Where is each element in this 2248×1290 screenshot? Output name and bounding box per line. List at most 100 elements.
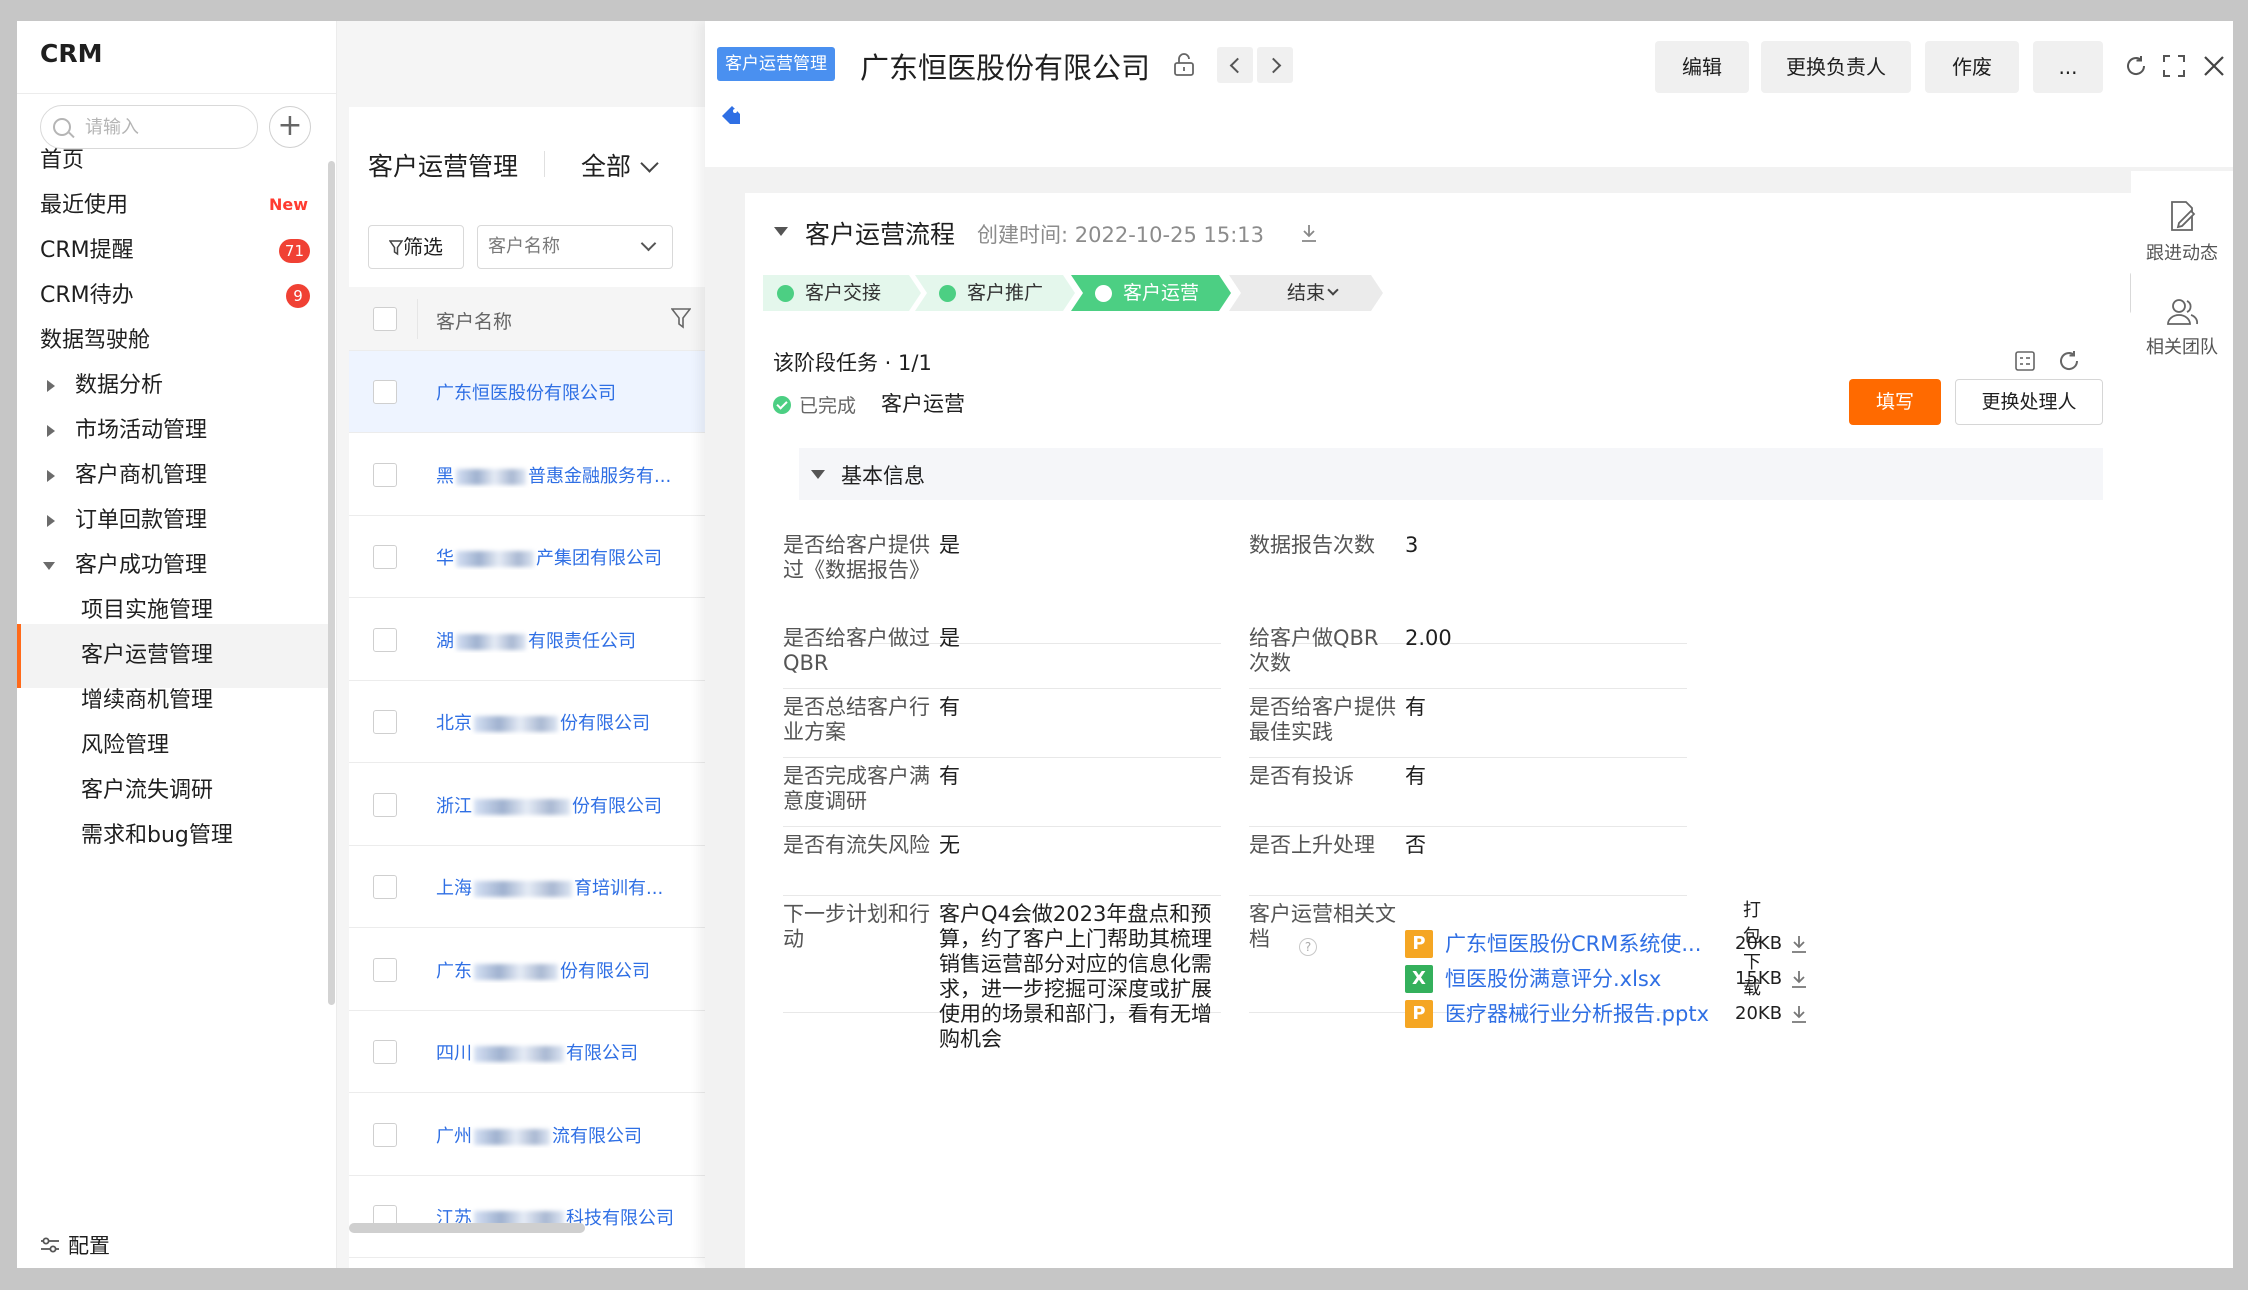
created-time-value: 2022-10-25 15:13 [1074, 223, 1265, 247]
column-filter-icon[interactable] [671, 307, 691, 329]
list-panel: 客户运营管理 全部 筛选 客户名称 客户名称 广东恒医股份有限公司黑 普惠金融服务… [349, 107, 705, 1268]
row-checkbox[interactable] [373, 627, 397, 652]
table-row[interactable]: 广东 份有限公司 [349, 929, 705, 1011]
document-name-link[interactable]: 恒医股份满意评分.xlsx [1445, 963, 1729, 995]
table-row[interactable]: 湖 有限责任公司 [349, 599, 705, 681]
row-checkbox[interactable] [373, 957, 397, 982]
change-handler-button[interactable]: 更换处理人 [1955, 379, 2103, 425]
right-sidebar: 跟进动态 相关团队 [2131, 171, 2233, 1268]
table-row[interactable]: 江苏 科技有限公司 [349, 1176, 705, 1258]
customer-name-suffix: 普惠金融服务有... [528, 465, 672, 487]
document-item[interactable]: P 医疗器械行业分析报告.pptx 20KB [1405, 998, 1825, 1030]
related-team-label: 相关团队 [2146, 337, 2218, 358]
fill-in-button[interactable]: 填写 [1849, 379, 1941, 425]
module-tag: 客户运营管理 [717, 47, 835, 81]
change-owner-button[interactable]: 更换负责人 [1761, 41, 1911, 93]
customer-name-link[interactable]: 广州 流有限公司 [436, 1122, 696, 1148]
document-item[interactable]: P 广东恒医股份CRM系统使... 20KB [1405, 928, 1825, 960]
row-checkbox[interactable] [373, 875, 397, 899]
stage-step[interactable]: 客户交接 [763, 275, 921, 311]
table-row[interactable]: 广州 流有限公司 [349, 1094, 705, 1176]
reload-icon[interactable] [2057, 349, 2081, 373]
next-record-button[interactable] [1257, 47, 1293, 83]
field-value: 否 [1405, 833, 1426, 857]
customer-name-suffix: 产集团有限公司 [536, 548, 662, 569]
unlock-icon[interactable] [1173, 53, 1195, 77]
customer-name-link[interactable]: 广东恒医股份有限公司 [436, 379, 696, 405]
menu-item-bugs[interactable]: 需求和bug管理 [17, 804, 328, 868]
ppt-file-icon: P [1405, 930, 1433, 958]
document-item[interactable]: X 恒医股份满意评分.xlsx 15KB [1405, 963, 1825, 995]
close-icon[interactable] [2201, 53, 2227, 79]
table-row[interactable]: 广东恒医股份有限公司 [349, 351, 705, 433]
customer-name-select[interactable]: 客户名称 [477, 225, 673, 269]
field-label: 给客户做QBR次数 [1249, 626, 1379, 675]
table-row[interactable]: 浙江 份有限公司 [349, 764, 705, 846]
download-icon[interactable] [1789, 969, 1809, 989]
fullscreen-icon[interactable] [2161, 53, 2187, 79]
void-button[interactable]: 作废 [1925, 41, 2019, 93]
table-row[interactable]: 华 产集团有限公司 [349, 516, 705, 598]
completed-check-icon [773, 396, 791, 414]
redacted-text [474, 963, 558, 980]
table-row[interactable]: 上海 育培训有... [349, 846, 705, 928]
row-checkbox[interactable] [373, 1122, 397, 1147]
field-value: 客户Q4会做2023年盘点和预算，约了客户上门帮助其梳理销售运营部分对应的信息化… [939, 902, 1212, 1051]
menu-item-label: 最近使用 [40, 193, 129, 218]
row-checkbox[interactable] [373, 545, 397, 569]
scope-dropdown[interactable]: 全部 [581, 147, 659, 183]
table-row[interactable]: 北京 份有限公司 [349, 681, 705, 763]
nav-scrollbar[interactable] [328, 161, 335, 1005]
row-checkbox[interactable] [373, 710, 397, 734]
more-button[interactable]: ... [2033, 41, 2103, 93]
stage-label: 客户运营 [1123, 282, 1200, 304]
customer-name-link[interactable]: 浙江 份有限公司 [436, 792, 696, 818]
refresh-icon[interactable] [2123, 53, 2149, 79]
row-checkbox[interactable] [373, 462, 397, 487]
table-row[interactable]: 四川 有限公司 [349, 1011, 705, 1093]
config-link[interactable]: 配置 [40, 1230, 110, 1260]
select-all-checkbox[interactable] [373, 307, 397, 331]
caret-down-icon [811, 470, 825, 479]
edit-button[interactable]: 编辑 [1655, 41, 1749, 93]
previous-record-button[interactable] [1217, 47, 1253, 83]
stage-step[interactable]: 客户运营 [1071, 275, 1231, 311]
row-checkbox[interactable] [373, 380, 397, 404]
document-name-link[interactable]: 广东恒医股份CRM系统使... [1445, 928, 1729, 960]
customer-name-link[interactable]: 黑 普惠金融服务有... [436, 462, 696, 488]
field-value: 是 [939, 533, 960, 557]
menu-item-label: 客户流失调研 [81, 778, 214, 803]
help-icon[interactable]: ? [1299, 938, 1317, 956]
menu-item-label: 数据分析 [75, 373, 164, 398]
document-name-link[interactable]: 医疗器械行业分析报告.pptx [1445, 998, 1729, 1030]
download-icon[interactable] [1789, 1004, 1809, 1024]
table-row[interactable]: 黑 普惠金融服务有... [349, 434, 705, 516]
tag-label-icon[interactable] [719, 103, 743, 127]
form-icon[interactable] [2013, 349, 2037, 373]
customer-name-link[interactable]: 广东 份有限公司 [436, 957, 696, 983]
filter-button[interactable]: 筛选 [368, 225, 464, 269]
menu-item-label: 客户成功管理 [75, 553, 208, 578]
customer-name-link[interactable]: 华 产集团有限公司 [436, 544, 696, 570]
related-team-button[interactable]: 相关团队 [2131, 297, 2233, 359]
customer-name-link[interactable]: 湖 有限责任公司 [436, 627, 696, 653]
download-icon[interactable] [1789, 934, 1809, 954]
caret-down-icon[interactable] [774, 227, 788, 236]
customer-name-link[interactable]: 上海 育培训有... [436, 874, 696, 900]
field-value: 3 [1405, 533, 1419, 557]
left-navigation: CRM + 首页 最近使用New CRM提醒71 CRM待办9 数据驾驶舱 数据… [17, 21, 337, 1268]
follow-updates-button[interactable]: 跟进动态 [2131, 199, 2233, 265]
stage-step[interactable]: 结束 [1229, 275, 1383, 311]
customer-name-link[interactable]: 北京 份有限公司 [436, 709, 696, 735]
download-icon[interactable] [1299, 223, 1319, 243]
stage-label: 结束 [1287, 282, 1326, 304]
count-badge: 71 [278, 239, 310, 263]
row-checkbox[interactable] [373, 1040, 397, 1064]
menu-item-label: 客户运营管理 [81, 643, 214, 668]
stage-step[interactable]: 客户推广 [915, 275, 1075, 311]
basic-info-header[interactable]: 基本信息 [799, 448, 2103, 500]
customer-name-link[interactable]: 四川 有限公司 [436, 1039, 696, 1065]
list-horizontal-scrollbar[interactable] [349, 1223, 585, 1233]
row-checkbox[interactable] [373, 792, 397, 817]
form-field: 是否有投诉 有 [1249, 758, 1687, 827]
